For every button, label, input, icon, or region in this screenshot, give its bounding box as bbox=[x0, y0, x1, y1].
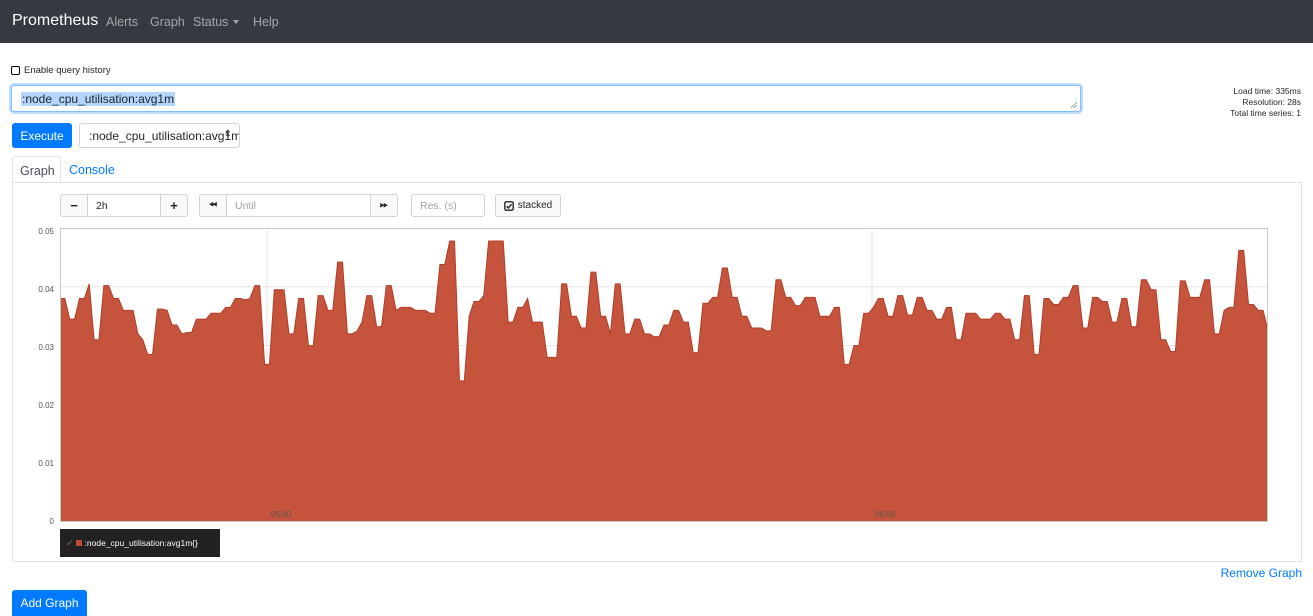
legend-series-name: :node_cpu_utilisation:avg1m{} bbox=[84, 538, 198, 548]
plus-icon: + bbox=[170, 198, 178, 213]
query-history-label: Enable query history bbox=[24, 65, 111, 76]
brand-link[interactable]: Prometheus bbox=[12, 12, 98, 30]
add-graph-button[interactable]: Add Graph bbox=[12, 590, 87, 616]
expression-input[interactable]: :node_cpu_utilisation:avg1m bbox=[11, 85, 1081, 112]
nav-status-label: Status bbox=[193, 15, 229, 29]
remove-graph-link[interactable]: Remove Graph bbox=[1221, 566, 1302, 580]
expression-text: :node_cpu_utilisation:avg1m bbox=[21, 92, 176, 106]
decrease-range-button[interactable]: − bbox=[60, 194, 88, 217]
y-tick-label: 0.04 bbox=[38, 285, 54, 294]
resolution-placeholder: Res. (s) bbox=[420, 200, 457, 212]
x-tick-label: 06:00 bbox=[875, 510, 896, 519]
nav-help[interactable]: Help bbox=[253, 15, 279, 29]
increase-range-button[interactable]: + bbox=[160, 194, 188, 217]
time-series-graph[interactable] bbox=[60, 228, 1268, 522]
y-tick-label: 0.01 bbox=[38, 459, 54, 468]
check-icon: ✔ bbox=[66, 537, 74, 548]
series-color-swatch bbox=[75, 540, 82, 546]
nav-alerts[interactable]: Alerts bbox=[106, 15, 138, 29]
resize-handle-icon[interactable] bbox=[1070, 101, 1077, 108]
resolution: Resolution: 28s bbox=[1242, 97, 1301, 107]
graph-legend[interactable]: ✔ :node_cpu_utilisation:avg1m{} bbox=[60, 529, 220, 557]
execute-button[interactable]: Execute bbox=[12, 123, 72, 148]
query-stats: Load time: 335ms Resolution: 28s Total t… bbox=[1230, 86, 1301, 119]
select-arrows-icon: ⬍ bbox=[223, 129, 232, 140]
fast-forward-icon: ⏩︎ bbox=[380, 200, 388, 211]
resolution-input[interactable]: Res. (s) bbox=[411, 194, 485, 217]
series-area bbox=[60, 240, 1268, 522]
range-value: 2h bbox=[96, 200, 108, 212]
y-tick-label: 0 bbox=[49, 517, 54, 526]
until-input[interactable]: Until bbox=[226, 194, 371, 217]
rewind-icon: ⏪︎ bbox=[209, 200, 217, 211]
stacked-toggle-button[interactable]: stacked bbox=[495, 194, 561, 217]
navbar: Prometheus Alerts Graph Status Help bbox=[0, 0, 1313, 43]
y-tick-label: 0.03 bbox=[38, 343, 54, 352]
total-time-series: Total time series: 1 bbox=[1230, 108, 1301, 118]
caret-down-icon bbox=[233, 20, 240, 24]
y-tick-label: 0.02 bbox=[38, 401, 54, 410]
y-tick-label: 0.05 bbox=[38, 227, 54, 236]
nav-status-dropdown[interactable]: Status bbox=[193, 15, 240, 29]
query-history-toggle[interactable]: Enable query history bbox=[11, 65, 111, 76]
until-placeholder: Until bbox=[235, 200, 257, 212]
end-time-forward-button[interactable]: ⏩︎ bbox=[370, 194, 398, 217]
x-tick-label: 05:00 bbox=[271, 510, 292, 519]
metric-select-value: :node_cpu_utilisation:avg1m bbox=[89, 129, 240, 143]
range-input[interactable]: 2h bbox=[87, 194, 161, 217]
stacked-label: stacked bbox=[517, 200, 553, 211]
checked-box-icon bbox=[503, 200, 514, 211]
minus-icon: − bbox=[70, 198, 78, 213]
nav-graph[interactable]: Graph bbox=[150, 15, 185, 29]
end-time-back-button[interactable]: ⏪︎ bbox=[199, 194, 227, 217]
metric-select[interactable]: :node_cpu_utilisation:avg1m ⬍ bbox=[79, 123, 240, 148]
tab-console[interactable]: Console bbox=[62, 156, 122, 183]
tab-graph[interactable]: Graph bbox=[12, 156, 61, 183]
load-time: Load time: 335ms bbox=[1233, 86, 1301, 96]
query-history-checkbox[interactable] bbox=[11, 66, 20, 75]
